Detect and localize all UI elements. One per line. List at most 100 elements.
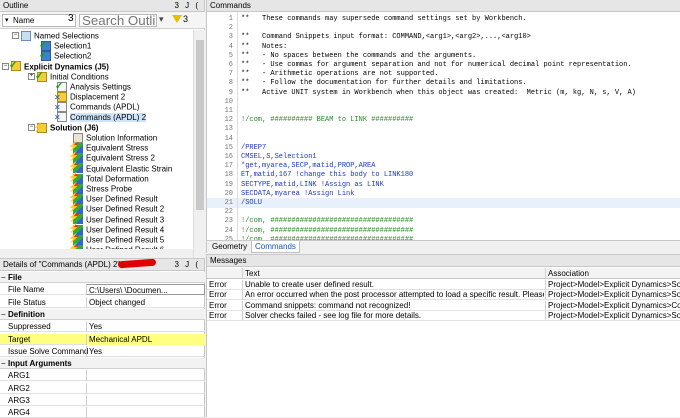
details-row[interactable]: ARG3 — [0, 395, 205, 406]
outline-title: Outline — [3, 1, 29, 10]
details-value[interactable]: Mechanical APDL — [86, 333, 205, 345]
details-key: File Status — [8, 297, 46, 307]
details-key: ARG2 — [8, 383, 30, 393]
message-type: Error — [209, 290, 227, 300]
message-type: Error — [209, 300, 227, 310]
tree-node-icon — [35, 71, 47, 82]
outline-vertical-scrollbar[interactable] — [193, 30, 205, 258]
details-key: Suppressed — [8, 322, 51, 332]
details-value[interactable]: C:\Users\ \Documen... — [86, 284, 205, 296]
details-key: ARG1 — [8, 371, 30, 381]
expand-toggle[interactable]: − — [12, 32, 19, 40]
header-association[interactable]: Association — [545, 268, 589, 279]
tree-node-label: Equivalent Stress — [86, 143, 149, 153]
gutter-divider — [237, 12, 238, 240]
tree-node-label: Selection2 — [54, 51, 92, 61]
details-key: ARG3 — [8, 396, 30, 405]
outline-pane: Outline 3 J ( ▾ Name 3 ▾ 3 − Named Select… — [0, 0, 205, 258]
tree-node-icon — [21, 30, 31, 41]
details-value[interactable] — [86, 395, 205, 406]
details-row[interactable]: Suppressed Yes — [0, 321, 205, 333]
details-group-input-arguments[interactable]: Input Arguments — [0, 358, 205, 370]
tree-node-label: Explicit Dynamics (J5) — [24, 61, 109, 71]
details-value[interactable]: Object changed — [86, 296, 205, 308]
message-row[interactable]: Error An error occurred when the post pro… — [207, 290, 680, 301]
message-association: Project>Model>Explicit Dynamics>Solu — [545, 310, 680, 320]
details-value[interactable]: Yes — [86, 345, 205, 357]
tree-node-label: Equivalent Stress 2 — [86, 153, 155, 163]
tree-node-label: Solution (J6) — [50, 123, 99, 133]
tree-node-label: Total Deformation — [86, 174, 149, 184]
details-row[interactable]: ARG4 — [0, 407, 205, 418]
commands-pane: Commands 1 ** These commands may supersed… — [206, 0, 680, 253]
outline-title-bar: Outline 3 J ( — [0, 0, 204, 12]
message-row[interactable]: Error Unable to create user defined resul… — [207, 280, 680, 290]
tree-node-label: Displacement 2 — [70, 92, 126, 102]
editor-tabs: Geometry Commands — [207, 240, 680, 253]
details-row[interactable]: Target Mechanical APDL — [0, 333, 205, 345]
message-row[interactable]: Error Command snippets: command not recog… — [207, 300, 680, 311]
details-row[interactable]: File Status Object changed — [0, 296, 205, 308]
tab-commands[interactable]: Commands — [251, 241, 300, 253]
details-key: Issue Solve Command — [8, 346, 89, 356]
tree-node-label: Initial Conditions — [50, 72, 109, 82]
message-text: Command snippets: command not recognized… — [242, 300, 544, 310]
name-column-selector[interactable]: ▾ Name — [2, 14, 76, 27]
filter-count: 3 — [183, 14, 189, 24]
tab-geometry[interactable]: Geometry — [209, 241, 250, 253]
tree-node-label: User Defined Result 2 — [86, 204, 165, 214]
commands-title-bar: Commands — [207, 0, 680, 12]
message-text: Unable to create user defined result. — [242, 280, 544, 289]
name-column-label: Name — [13, 16, 35, 25]
left-panel: Outline 3 J ( ▾ Name 3 ▾ 3 − Named Select… — [0, 0, 205, 418]
search-outline-input[interactable] — [79, 14, 157, 27]
details-value[interactable] — [86, 382, 205, 394]
expand-toggle[interactable]: − — [2, 62, 9, 70]
details-pane-controls[interactable]: 3 J ( — [174, 259, 200, 271]
tree-node-label: Selection1 — [54, 41, 92, 51]
details-value[interactable]: Yes — [86, 321, 205, 333]
filter-icon[interactable] — [172, 15, 182, 23]
tree-node-label: Commands (APDL) — [70, 102, 140, 112]
header-text[interactable]: Text — [242, 268, 544, 279]
messages-pane: Messages Text Association Error Unable to… — [206, 254, 680, 417]
message-type: Error — [209, 310, 227, 320]
details-title-bar: Details of "Commands (APDL) 2" 3 J ( — [0, 259, 204, 271]
command-editor[interactable]: 1 ** These commands may supersede command… — [207, 12, 680, 240]
tree-node-label: Commands (APDL) 2 — [70, 112, 147, 122]
tree-node-label: Equivalent Elastic Strain — [86, 163, 173, 173]
outline-pane-controls[interactable]: 3 J ( — [174, 0, 200, 12]
tree-node-label: Named Selections — [34, 31, 99, 41]
message-association: Project>Model>Explicit Dynamics>Com — [545, 300, 680, 310]
details-key: ARG4 — [8, 408, 30, 418]
details-value[interactable] — [86, 407, 205, 418]
tree-node-label: User Defined Result 4 — [86, 225, 165, 235]
message-row[interactable]: Error Solver checks failed - see log file… — [207, 310, 680, 321]
message-text: An error occurred when the post processo… — [242, 290, 544, 300]
details-group-definition[interactable]: Definition — [0, 308, 205, 320]
details-title: Details of "Commands (APDL) 2" — [3, 260, 121, 269]
expand-toggle[interactable]: + — [28, 73, 35, 81]
chevron-down-icon[interactable]: ▾ — [159, 14, 164, 25]
messages-title: Messages — [210, 256, 247, 265]
tree-node-label: User Defined Result 5 — [86, 235, 165, 245]
details-row[interactable]: ARG1 — [0, 370, 205, 382]
message-association: Project>Model>Explicit Dynamics>Solut — [545, 280, 680, 289]
details-value[interactable] — [86, 370, 205, 382]
messages-title-bar: Messages — [207, 255, 680, 267]
details-pane: Details of "Commands (APDL) 2" 3 J ( Fil… — [0, 258, 205, 418]
commands-title: Commands — [210, 1, 251, 10]
tree-node-label: Solution Information — [86, 133, 158, 143]
name-count: 3 — [68, 13, 74, 24]
scrollbar-thumb[interactable] — [196, 40, 204, 210]
message-association: Project>Model>Explicit Dynamics>Solut — [545, 290, 680, 300]
tree-node-label: User Defined Result 3 — [86, 214, 165, 224]
tree-node-icon — [33, 122, 47, 133]
details-row[interactable]: Issue Solve Command Yes — [0, 345, 205, 357]
outline-horizontal-scrollbar[interactable] — [0, 249, 193, 258]
tree-node-label: Stress Probe — [86, 184, 133, 194]
message-type: Error — [209, 280, 227, 289]
details-group-file[interactable]: File — [0, 272, 205, 283]
details-row[interactable]: ARG2 — [0, 382, 205, 394]
details-row[interactable]: File Name C:\Users\ \Documen... — [0, 284, 205, 296]
